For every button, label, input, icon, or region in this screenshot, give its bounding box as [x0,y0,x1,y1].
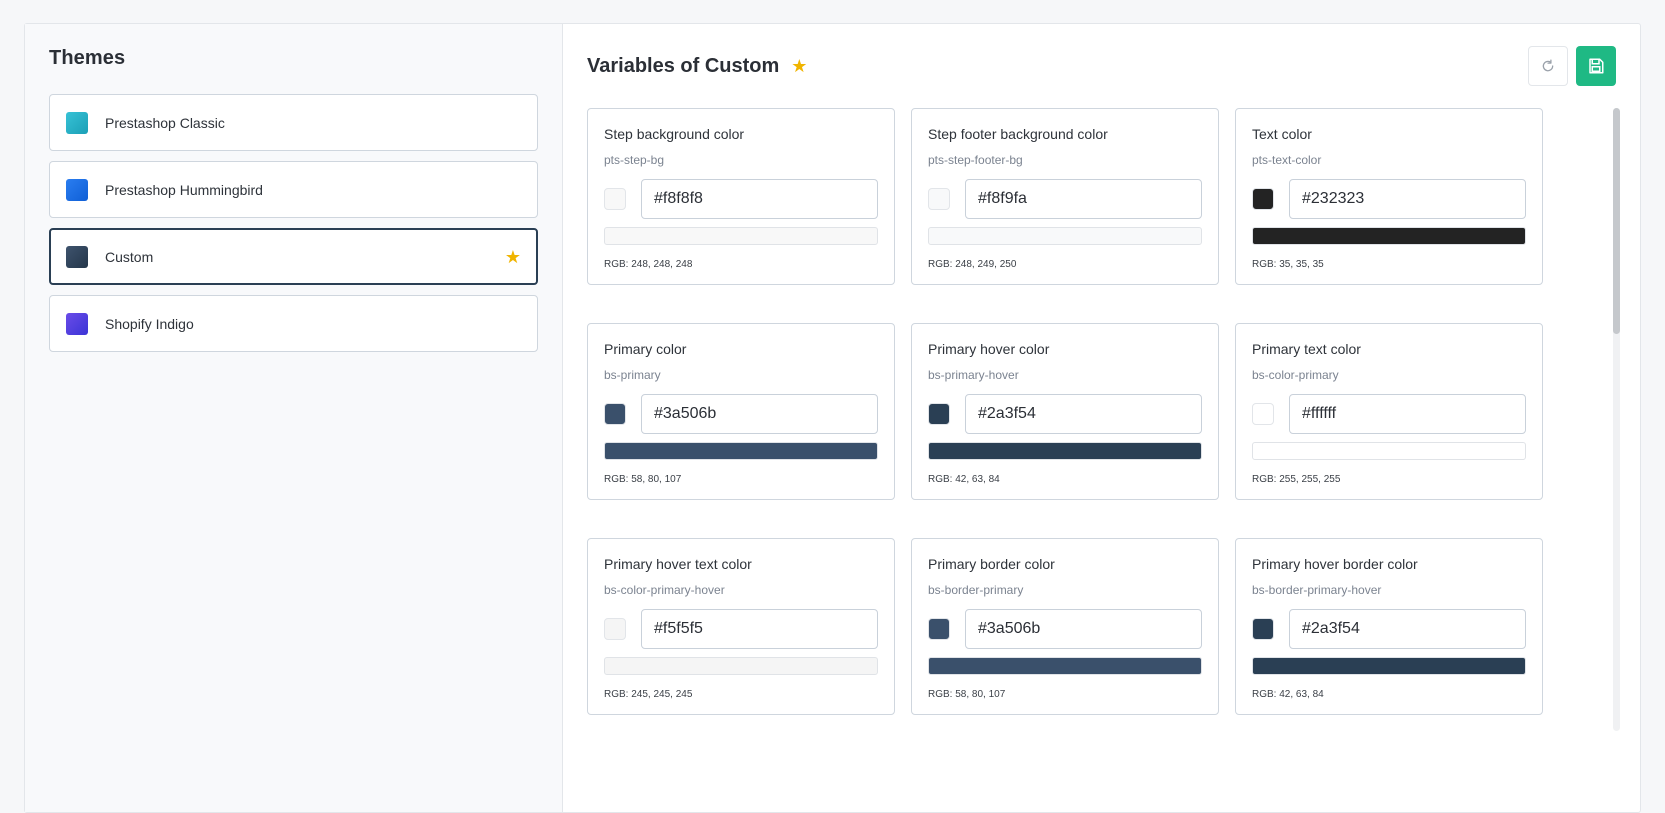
rgb-value: RGB: 255, 255, 255 [1252,474,1341,485]
variable-label: Primary hover text color [604,556,752,572]
variable-name: bs-color-primary-hover [604,583,725,597]
hex-input[interactable] [1289,179,1526,219]
theme-swatch [66,312,88,335]
variable-name: pts-text-color [1252,153,1322,167]
variable-card: Step footer background color pts-step-fo… [911,108,1219,285]
rgb-value: RGB: 58, 80, 107 [604,474,682,485]
variable-label: Primary text color [1252,341,1361,357]
themes-sidebar: Themes Prestashop Classic Prestashop Hum… [25,24,563,812]
hex-input[interactable] [641,179,878,219]
hex-input[interactable] [965,394,1202,434]
reset-button[interactable] [1528,46,1568,86]
color-picker[interactable] [604,618,626,640]
variable-name: bs-border-primary [928,583,1024,597]
rgb-value: RGB: 245, 245, 245 [604,689,693,700]
variable-name: bs-border-primary-hover [1252,583,1382,597]
theme-label: Prestashop Hummingbird [105,181,263,198]
hex-input[interactable] [965,179,1202,219]
variables-panel: Variables of Custom ★ Step background co… [563,24,1640,812]
variable-card: Text color pts-text-color RGB: 35, 35, 3… [1235,108,1543,285]
variable-card: Primary hover text color bs-color-primar… [587,538,895,715]
panel-header: Variables of Custom ★ [587,24,1616,108]
rgb-value: RGB: 248, 249, 250 [928,259,1017,270]
variable-label: Primary color [604,341,687,357]
variable-card: Primary hover border color bs-border-pri… [1235,538,1543,715]
variable-label: Text color [1252,126,1312,142]
theme-item-shopify-indigo[interactable]: Shopify Indigo [49,295,538,352]
color-preview-bar [604,227,878,245]
star-icon: ★ [791,55,808,76]
theme-label: Shopify Indigo [105,315,194,332]
theme-item-custom[interactable]: Custom ★ [49,228,538,285]
header-actions [1528,46,1616,86]
variable-card: Primary text color bs-color-primary RGB:… [1235,323,1543,500]
rgb-value: RGB: 35, 35, 35 [1252,259,1324,270]
hex-input[interactable] [965,609,1202,649]
variable-card: Primary border color bs-border-primary R… [911,538,1219,715]
star-icon: ★ [504,246,521,267]
theme-swatch [66,111,88,134]
rgb-value: RGB: 42, 63, 84 [928,474,1000,485]
variable-card: Primary color bs-primary RGB: 58, 80, 10… [587,323,895,500]
theme-swatch [66,178,88,201]
variable-label: Primary hover border color [1252,556,1418,572]
variable-label: Step footer background color [928,126,1108,142]
variable-name: bs-color-primary [1252,368,1339,382]
rgb-value: RGB: 58, 80, 107 [928,689,1006,700]
color-picker[interactable] [1252,403,1274,425]
color-preview-bar [1252,442,1526,460]
page-title: Variables of Custom [587,54,780,77]
rgb-value: RGB: 248, 248, 248 [604,259,693,270]
hex-input[interactable] [1289,394,1526,434]
scrollbar-thumb[interactable] [1613,108,1620,334]
color-preview-bar [928,442,1202,460]
color-picker[interactable] [1252,188,1274,210]
hex-input[interactable] [1289,609,1526,649]
variable-label: Primary border color [928,556,1055,572]
color-preview-bar [604,657,878,675]
color-picker[interactable] [604,403,626,425]
variable-card: Primary hover color bs-primary-hover RGB… [911,323,1219,500]
rgb-value: RGB: 42, 63, 84 [1252,689,1324,700]
color-picker[interactable] [604,188,626,210]
variable-label: Primary hover color [928,341,1050,357]
variable-name: bs-primary [604,368,661,382]
refresh-icon [1542,59,1554,72]
color-preview-bar [928,227,1202,245]
color-picker[interactable] [1252,618,1274,640]
theme-label: Custom [105,248,154,265]
theme-item-prestashop-classic[interactable]: Prestashop Classic [49,94,538,151]
sidebar-title: Themes [49,47,126,69]
variable-name: bs-primary-hover [928,368,1019,382]
variable-card: Step background color pts-step-bg RGB: 2… [587,108,895,285]
hex-input[interactable] [641,609,878,649]
theme-label: Prestashop Classic [105,114,225,131]
save-icon [1589,58,1604,74]
color-preview-bar [928,657,1202,675]
color-preview-bar [1252,227,1526,245]
color-picker[interactable] [928,188,950,210]
variables-grid: Step background color pts-step-bg RGB: 2… [587,108,1616,715]
scrollbar[interactable] [1613,108,1620,731]
color-picker[interactable] [928,403,950,425]
variable-name: pts-step-bg [604,153,665,167]
app-frame: Themes Prestashop Classic Prestashop Hum… [24,23,1641,813]
variable-name: pts-step-footer-bg [928,153,1023,167]
color-picker[interactable] [928,618,950,640]
variable-label: Step background color [604,126,745,142]
hex-input[interactable] [641,394,878,434]
theme-swatch [66,245,88,268]
save-button[interactable] [1576,46,1616,86]
theme-item-prestashop-hummingbird[interactable]: Prestashop Hummingbird [49,161,538,218]
color-preview-bar [604,442,878,460]
color-preview-bar [1252,657,1526,675]
